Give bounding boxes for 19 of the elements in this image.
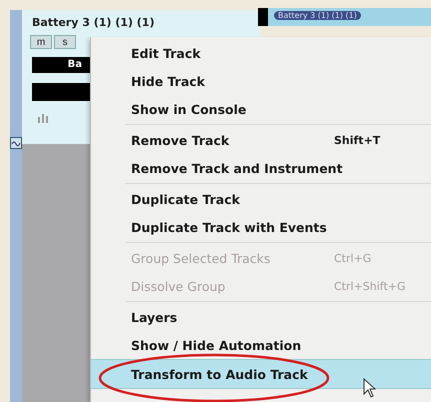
clip-label[interactable]: Battery 3 (1) (1) (1) — [274, 11, 361, 20]
menu-item[interactable]: Duplicate Track with Events — [91, 213, 431, 241]
menu-item[interactable]: Layers — [91, 303, 431, 331]
menu-item[interactable]: Show in Console — [91, 95, 431, 123]
menu-item[interactable]: Transform to Audio Track — [91, 359, 431, 389]
menu-item[interactable]: Show / Hide Automation — [91, 331, 431, 359]
menu-item[interactable]: Edit Track — [91, 39, 431, 67]
lane-marker — [258, 8, 268, 26]
track-name-field[interactable]: Ba — [32, 57, 90, 73]
menu-item[interactable]: Duplicate Track — [91, 185, 431, 213]
menu-item[interactable]: Remove Track Shift+T — [91, 126, 431, 154]
menu-item[interactable]: Remove Track and Instrument — [91, 154, 431, 182]
track-toggle-button[interactable]: m — [30, 35, 52, 49]
menu-item[interactable]: Hide Track — [91, 67, 431, 95]
track-toggle-button[interactable]: s — [54, 35, 76, 49]
track-title: Battery 3 (1) (1) (1) — [31, 15, 156, 31]
automation-icon[interactable] — [10, 137, 22, 149]
meter-icon — [38, 113, 50, 123]
cursor-icon — [363, 378, 377, 398]
